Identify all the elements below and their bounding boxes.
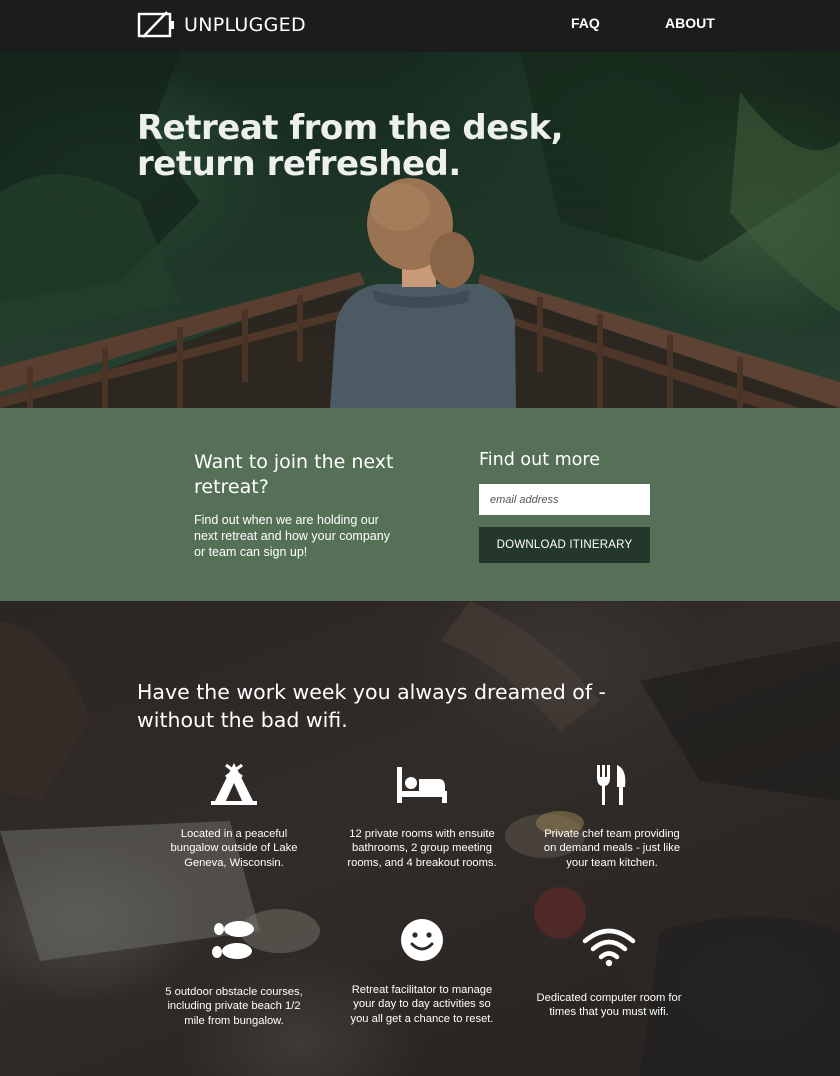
- brand-name: UNPLUGGED: [184, 14, 306, 36]
- utensils-icon: [597, 765, 626, 805]
- feature-text: Located in a peaceful bungalow outside o…: [170, 828, 298, 869]
- feature-item: Dedicated computer room for times that y…: [534, 927, 684, 1020]
- features-title: Have the work week you always dreamed of…: [137, 680, 606, 732]
- feature-text: Dedicated computer room for times that y…: [536, 992, 682, 1019]
- signup-description: Find out when we are holding our next re…: [194, 513, 390, 559]
- signup-section: Want to join the next retreat? Find out …: [0, 408, 840, 601]
- feature-text: 12 private rooms with ensuite bathrooms,…: [347, 828, 497, 869]
- feature-item: 5 outdoor obstacle courses, including pr…: [159, 917, 309, 1028]
- nav-link-about[interactable]: ABOUT: [665, 15, 715, 31]
- smile-icon: [401, 919, 443, 961]
- feature-item: Private chef team providing on demand me…: [537, 761, 687, 870]
- top-nav: UNPLUGGED FAQ ABOUT: [0, 0, 840, 52]
- hero-title: Retreat from the desk, return refreshed.: [137, 108, 564, 184]
- feature-item: 12 private rooms with ensuite bathrooms,…: [347, 761, 497, 870]
- download-itinerary-button[interactable]: DOWNLOAD ITINERARY: [479, 527, 650, 563]
- nav-link-faq[interactable]: FAQ: [571, 15, 600, 31]
- unplugged-battery-icon: [137, 11, 174, 38]
- feature-text: Private chef team providing on demand me…: [543, 828, 681, 869]
- features-section: Have the work week you always dreamed of…: [0, 601, 840, 1076]
- feature-text: Retreat facilitator to manage your day t…: [350, 984, 494, 1025]
- email-field[interactable]: [479, 484, 650, 515]
- brand-logo[interactable]: UNPLUGGED: [137, 10, 306, 40]
- wifi-icon: [582, 928, 636, 967]
- signup-title: Want to join the next retreat?: [194, 451, 394, 498]
- feature-item: Retreat facilitator to manage your day t…: [347, 917, 497, 1026]
- bed-icon: [397, 767, 447, 803]
- footprints-icon: [212, 921, 254, 959]
- feature-item: Located in a peaceful bungalow outside o…: [159, 761, 309, 870]
- feature-text: 5 outdoor obstacle courses, including pr…: [165, 986, 303, 1027]
- hero-photo: [0, 52, 840, 408]
- tent-icon: [211, 763, 257, 805]
- hero-section: Retreat from the desk, return refreshed.: [0, 52, 840, 408]
- find-out-more-title: Find out more: [479, 450, 600, 470]
